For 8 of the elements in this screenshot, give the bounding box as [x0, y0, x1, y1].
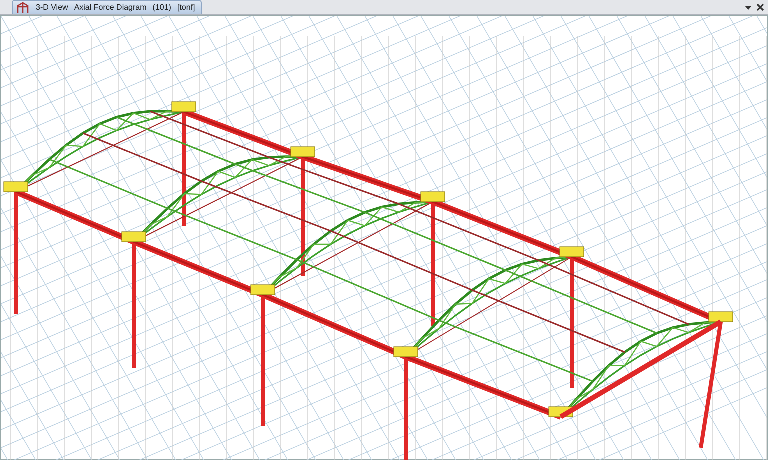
tab-label: 3-D View	[36, 3, 68, 12]
diagram-name: Axial Force Diagram	[74, 3, 147, 12]
units-label: [tonf]	[177, 3, 196, 12]
frame-icon	[16, 2, 30, 14]
close-icon[interactable]	[756, 3, 765, 12]
load-case: (101)	[152, 3, 172, 12]
caret-icon[interactable]	[744, 3, 753, 12]
view-tab[interactable]: 3-D View Axial Force Diagram (101) [tonf]	[12, 0, 202, 14]
